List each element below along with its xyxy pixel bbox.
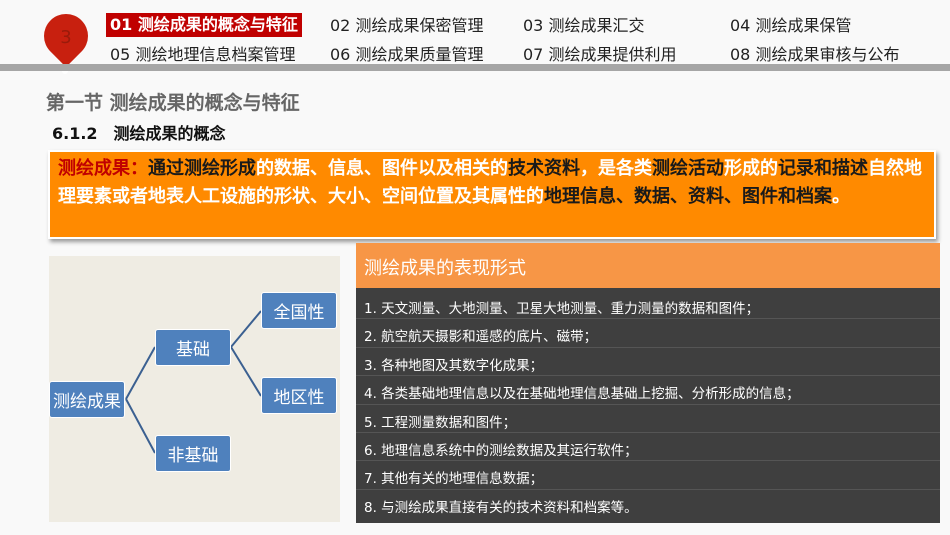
definition-segment: 技术资料 — [508, 158, 580, 179]
header-divider — [0, 64, 950, 71]
definition-segment: 记录和描述 — [778, 158, 868, 179]
panel-title: 测绘成果的表现形式 — [356, 243, 940, 288]
definition-box: 测绘成果：通过测绘形成的数据、信息、图件以及相关的技术资料，是各类测绘活动形成的… — [48, 150, 936, 239]
classification-diagram: 测绘成果 基础 非基础 全国性 地区性 — [49, 256, 340, 522]
section-title: 第一节 测绘成果的概念与特征 — [46, 92, 300, 114]
node-root: 测绘成果 — [49, 381, 125, 418]
list-item: 2. 航空航天摄影和遥感的底片、磁带； — [356, 319, 940, 348]
list-item: 8. 与测绘成果直接有关的技术资料和档案等。 — [364, 499, 638, 516]
definition-segment: 地理信息、数据、资料、图件和档案 — [544, 186, 832, 207]
list-item: 4. 各类基础地理信息以及在基础地理信息基础上挖掘、分析形成的信息； — [356, 376, 940, 405]
definition-segment: 测绘成果： — [58, 158, 148, 179]
nav-item-3[interactable]: 03 测绘成果汇交 — [523, 14, 644, 38]
list-item: 7. 其他有关的地理信息数据； — [356, 461, 940, 490]
list-item: 5. 工程测量数据和图件； — [356, 405, 940, 433]
definition-segment: 通过测绘形成 — [148, 158, 256, 179]
list-item: 1. 天文测量、大地测量、卫星大地测量、重力测量的数据和图件； — [356, 291, 940, 320]
definition-segment: ，是各类 — [580, 158, 652, 179]
node-basic: 基础 — [155, 329, 231, 366]
nav-item-4[interactable]: 04 测绘成果保管 — [730, 14, 851, 38]
list-item: 6. 地理信息系统中的测绘数据及其运行软件； — [356, 433, 940, 462]
nav-item-1[interactable]: 01 测绘成果的概念与特征 — [106, 13, 302, 37]
chapter-number: 3 — [60, 27, 72, 48]
node-regional: 地区性 — [261, 377, 337, 414]
node-national: 全国性 — [261, 292, 337, 329]
definition-segment: 。 — [832, 186, 850, 207]
definition-segment: 的数据、信息、图件以及相关的 — [256, 158, 508, 179]
forms-panel: 测绘成果的表现形式 1. 天文测量、大地测量、卫星大地测量、重力测量的数据和图件… — [356, 243, 940, 523]
node-non-basic: 非基础 — [155, 435, 231, 472]
subsection-title: 6.1.2 测绘成果的概念 — [52, 124, 226, 143]
list-item: 3. 各种地图及其数字化成果； — [356, 348, 940, 377]
connector-root — [125, 346, 156, 454]
nav-item-2[interactable]: 02 测绘成果保密管理 — [330, 14, 483, 38]
definition-segment: 形成的 — [724, 158, 778, 179]
connector-basic — [230, 310, 262, 397]
definition-segment: 测绘活动 — [652, 158, 724, 179]
